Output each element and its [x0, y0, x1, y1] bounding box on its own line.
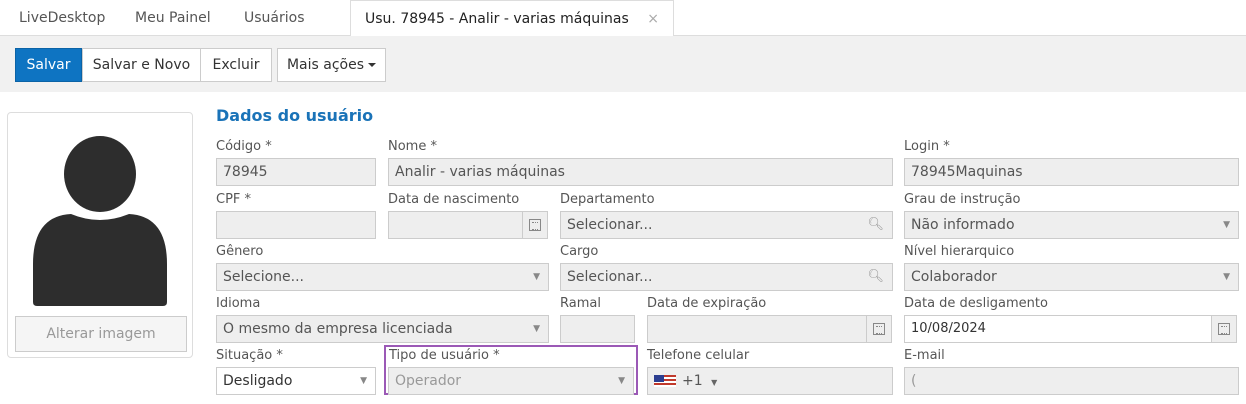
- position-label: Cargo: [560, 244, 599, 259]
- save-and-new-button[interactable]: Salvar e Novo: [82, 48, 201, 82]
- avatar-card: Alterar imagem: [7, 112, 193, 358]
- position-placeholder: Selecionar...: [567, 269, 653, 285]
- tab-usuarios[interactable]: Usuários: [244, 0, 305, 36]
- chevron-down-icon: ▼: [533, 324, 540, 334]
- hierarchy-select[interactable]: Colaborador ▼: [904, 263, 1239, 291]
- codigo-field[interactable]: 78945: [216, 158, 376, 186]
- nome-label: Nome *: [388, 139, 437, 154]
- chevron-down-icon[interactable]: ▼: [711, 378, 717, 387]
- nome-field[interactable]: Analir - varias máquinas: [388, 158, 893, 186]
- calendar-icon[interactable]: [866, 315, 892, 343]
- change-image-button[interactable]: Alterar imagem: [15, 316, 187, 352]
- hierarchy-label: Nível hierarquico: [904, 244, 1015, 259]
- email-field[interactable]: (: [904, 367, 1239, 395]
- tab-bar: LiveDesktop Meu Painel Usuários Usu. 789…: [0, 0, 1246, 37]
- language-label: Idioma: [216, 296, 261, 311]
- education-select[interactable]: Não informado ▼: [904, 211, 1239, 239]
- tab-meu-painel[interactable]: Meu Painel: [135, 0, 211, 36]
- phone-country-code[interactable]: +1: [682, 373, 703, 389]
- cpf-label: CPF *: [216, 192, 252, 207]
- department-placeholder: Selecionar...: [567, 217, 653, 233]
- calendar-icon[interactable]: [1211, 315, 1237, 343]
- chevron-down-icon: ▼: [1223, 220, 1230, 230]
- education-label: Grau de instrução: [904, 192, 1021, 207]
- close-icon[interactable]: ×: [647, 11, 659, 27]
- tab-user-edit-label: Usu. 78945 - Analir - varias máquinas: [365, 11, 629, 27]
- us-flag-icon[interactable]: [654, 375, 676, 387]
- birthdate-field[interactable]: [388, 211, 523, 239]
- section-title: Dados do usuário: [216, 106, 374, 125]
- search-icon[interactable]: 🔍︎: [867, 212, 884, 238]
- save-button[interactable]: Salvar: [15, 48, 82, 82]
- status-select[interactable]: Desligado ▼: [216, 367, 376, 395]
- tab-livedesktop[interactable]: LiveDesktop: [19, 0, 105, 36]
- chevron-down-icon: ▼: [360, 376, 367, 386]
- login-label: Login *: [904, 139, 950, 154]
- user-type-value: Operador: [395, 373, 462, 389]
- gender-select[interactable]: Selecione... ▼: [216, 263, 549, 291]
- mobile-phone-field[interactable]: +1 ▼: [647, 367, 893, 395]
- position-select[interactable]: Selecionar... 🔍︎: [560, 263, 893, 291]
- more-actions-button[interactable]: Mais ações: [277, 48, 386, 82]
- department-select[interactable]: Selecionar... 🔍︎: [560, 211, 893, 239]
- user-type-label: Tipo de usuário *: [389, 348, 500, 363]
- login-field[interactable]: 78945Maquinas: [904, 158, 1239, 186]
- delete-button[interactable]: Excluir: [200, 48, 272, 82]
- search-icon[interactable]: 🔍︎: [867, 264, 884, 290]
- cpf-field[interactable]: [216, 211, 376, 239]
- hierarchy-value: Colaborador: [911, 269, 997, 285]
- user-type-select[interactable]: Operador ▼: [388, 367, 634, 395]
- education-value: Não informado: [911, 217, 1015, 233]
- gender-value: Selecione...: [223, 269, 304, 285]
- expiration-label: Data de expiração: [647, 296, 767, 311]
- department-label: Departamento: [560, 192, 655, 207]
- gender-label: Gênero: [216, 244, 264, 259]
- email-label: E-mail: [904, 348, 945, 363]
- termination-date-label: Data de desligamento: [904, 296, 1048, 311]
- chevron-down-icon: ▼: [533, 272, 540, 282]
- language-value: O mesmo da empresa licenciada: [223, 321, 453, 337]
- user-silhouette-icon: [33, 136, 167, 306]
- codigo-label: Código *: [216, 139, 272, 154]
- extension-label: Ramal: [560, 296, 601, 311]
- chevron-down-icon: ▼: [618, 376, 625, 386]
- status-value: Desligado: [223, 373, 293, 389]
- termination-date-field[interactable]: 10/08/2024: [904, 315, 1212, 343]
- language-select[interactable]: O mesmo da empresa licenciada ▼: [216, 315, 549, 343]
- extension-field[interactable]: [560, 315, 635, 343]
- more-actions-label: Mais ações: [286, 57, 365, 73]
- caret-down-icon: [368, 63, 377, 67]
- expiration-field[interactable]: [647, 315, 867, 343]
- calendar-icon[interactable]: [522, 211, 548, 239]
- status-label: Situação *: [216, 348, 283, 363]
- mobile-phone-label: Telefone celular: [647, 348, 750, 363]
- tab-user-edit[interactable]: Usu. 78945 - Analir - varias máquinas ×: [350, 0, 674, 37]
- birthdate-label: Data de nascimento: [388, 192, 520, 207]
- chevron-down-icon: ▼: [1223, 272, 1230, 282]
- toolbar: Salvar Salvar e Novo Excluir Mais ações: [0, 36, 1246, 92]
